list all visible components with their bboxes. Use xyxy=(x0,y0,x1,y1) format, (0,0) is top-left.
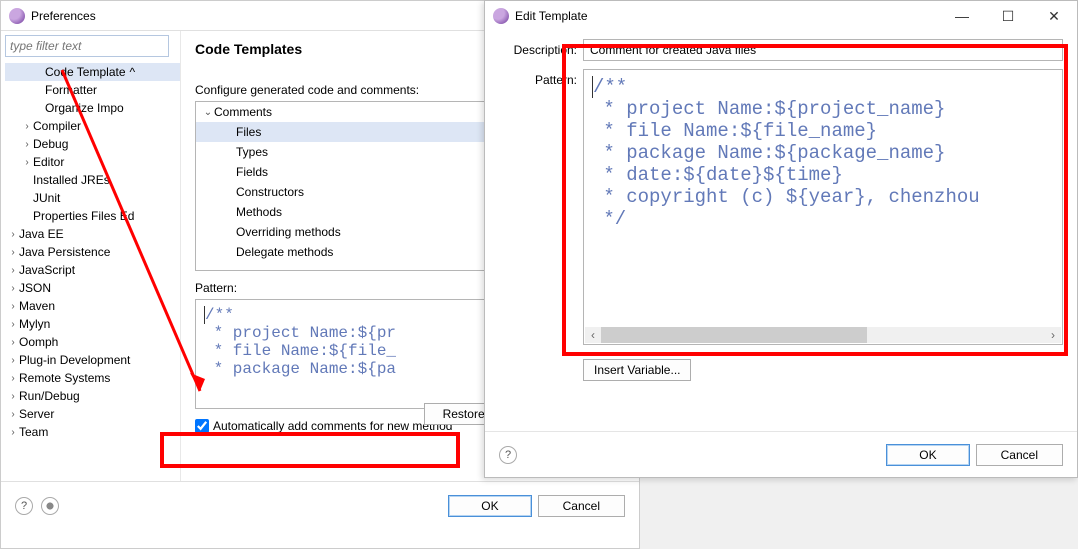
expand-icon[interactable]: › xyxy=(7,301,19,312)
preferences-footer: ? OK Cancel xyxy=(1,481,639,529)
tree-item[interactable]: ›Maven xyxy=(5,297,180,315)
tree-item[interactable]: ›JSON xyxy=(5,279,180,297)
maximize-button[interactable]: ☐ xyxy=(985,1,1031,31)
ok-button[interactable]: OK xyxy=(886,444,969,466)
filter-input[interactable] xyxy=(5,35,169,57)
tree-item[interactable]: ›Compiler xyxy=(5,117,180,135)
tree-item[interactable]: Code Template^ xyxy=(5,63,180,81)
tree-item[interactable]: ›Debug xyxy=(5,135,180,153)
tree-item[interactable]: ›Run/Debug xyxy=(5,387,180,405)
preferences-sidebar: Code Template^ Formatter Organize Impo ›… xyxy=(1,31,181,481)
tree-item[interactable]: ›Java Persistence xyxy=(5,243,180,261)
tree-item[interactable]: ›Mylyn xyxy=(5,315,180,333)
window-title: Preferences xyxy=(31,9,96,23)
close-button[interactable]: ✕ xyxy=(1031,1,1077,31)
tree-item[interactable]: ›Java EE xyxy=(5,225,180,243)
tree-item[interactable]: ›Editor xyxy=(5,153,180,171)
expand-icon[interactable]: › xyxy=(7,373,19,384)
tree-item[interactable]: ›Plug-in Development xyxy=(5,351,180,369)
tree-item[interactable]: ›JavaScript xyxy=(5,261,180,279)
tree-item[interactable]: ›Team xyxy=(5,423,180,441)
expand-icon[interactable]: › xyxy=(7,247,19,258)
expand-icon[interactable]: › xyxy=(7,265,19,276)
expand-icon[interactable]: › xyxy=(7,283,19,294)
expand-icon[interactable]: › xyxy=(21,121,33,132)
help-icon[interactable]: ? xyxy=(15,497,33,515)
tree-item[interactable]: ›Server xyxy=(5,405,180,423)
app-icon xyxy=(9,8,25,24)
expand-icon[interactable]: › xyxy=(7,355,19,366)
scroll-right-icon[interactable]: › xyxy=(1045,327,1061,343)
app-icon xyxy=(493,8,509,24)
expand-icon[interactable]: › xyxy=(7,409,19,420)
description-input[interactable] xyxy=(583,39,1063,61)
tree-item[interactable]: Organize Impo xyxy=(5,99,180,117)
preferences-tree[interactable]: Code Template^ Formatter Organize Impo ›… xyxy=(1,63,180,441)
pattern-label: Pattern: xyxy=(499,69,577,87)
scroll-left-icon[interactable]: ‹ xyxy=(585,327,601,343)
tree-item[interactable]: ›Remote Systems xyxy=(5,369,180,387)
ok-button[interactable]: OK xyxy=(448,495,531,517)
import-export-icon[interactable] xyxy=(41,497,59,515)
expand-icon[interactable]: › xyxy=(7,229,19,240)
scroll-thumb[interactable] xyxy=(601,327,867,343)
dialog-title-bar: Edit Template — ☐ ✕ xyxy=(485,1,1077,31)
expand-icon[interactable]: › xyxy=(7,391,19,402)
collapse-icon[interactable]: ⌄ xyxy=(202,107,214,118)
tree-item[interactable]: Formatter xyxy=(5,81,180,99)
insert-variable-button[interactable]: Insert Variable... xyxy=(583,359,691,381)
edit-template-dialog: Edit Template — ☐ ✕ Description: Pattern… xyxy=(484,0,1078,478)
dialog-title: Edit Template xyxy=(515,9,588,23)
cancel-button[interactable]: Cancel xyxy=(976,444,1063,466)
tree-item[interactable]: JUnit xyxy=(5,189,180,207)
expand-icon[interactable]: › xyxy=(7,319,19,330)
cancel-button[interactable]: Cancel xyxy=(538,495,625,517)
auto-comments-checkbox[interactable] xyxy=(195,419,209,433)
minimize-button[interactable]: — xyxy=(939,1,985,31)
auto-comments-label: Automatically add comments for new metho… xyxy=(213,419,452,433)
tree-item[interactable]: Installed JREs xyxy=(5,171,180,189)
description-label: Description: xyxy=(499,43,577,57)
help-icon[interactable]: ? xyxy=(499,446,517,464)
pattern-editor[interactable]: /** * project Name:${project_name} * fil… xyxy=(583,69,1063,345)
horizontal-scrollbar[interactable]: ‹ › xyxy=(585,327,1061,343)
tree-item[interactable]: Properties Files Ed xyxy=(5,207,180,225)
expand-icon[interactable]: › xyxy=(7,337,19,348)
expand-icon[interactable]: › xyxy=(7,427,19,438)
tree-item[interactable]: ›Oomph xyxy=(5,333,180,351)
expand-icon[interactable]: › xyxy=(21,139,33,150)
expand-icon[interactable]: › xyxy=(21,157,33,168)
